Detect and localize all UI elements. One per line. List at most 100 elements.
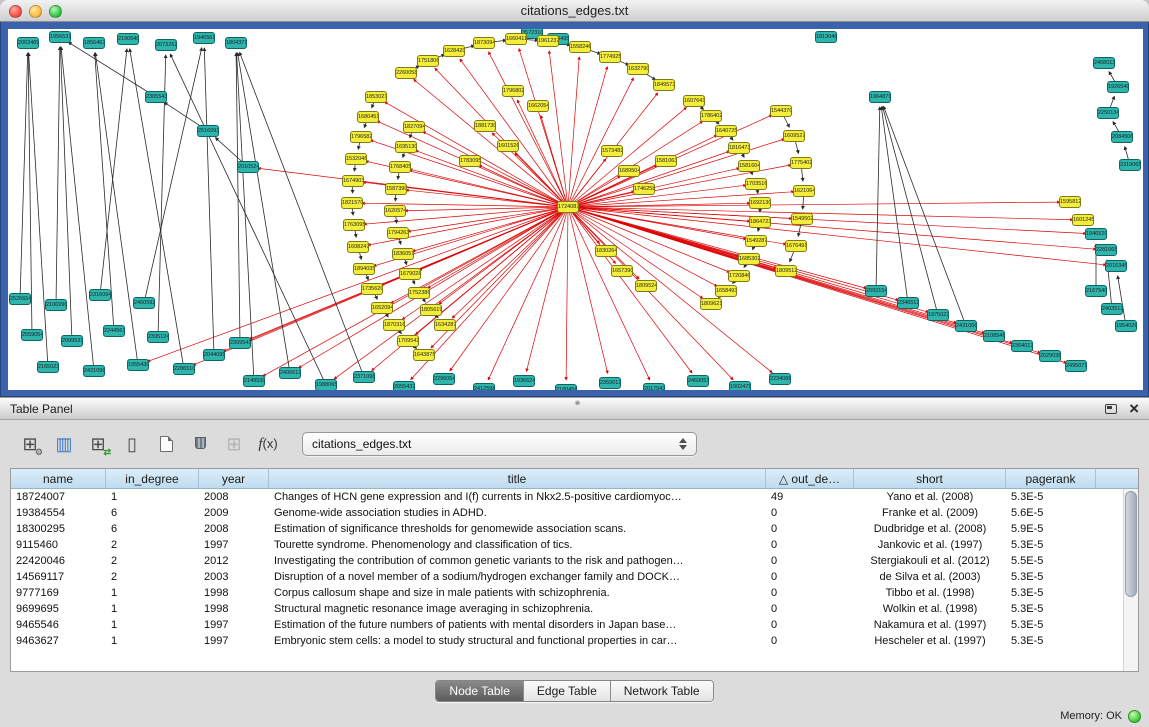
graph-node[interactable]: 18056192: [420, 304, 442, 316]
graph-node[interactable]: 17864029: [700, 110, 722, 122]
graph-node[interactable]: 23055432: [145, 91, 167, 103]
graph-node[interactable]: 16205748: [384, 205, 406, 217]
graph-node[interactable]: 19465203: [1085, 228, 1107, 240]
graph-node[interactable]: 16853027: [738, 253, 760, 265]
column-header[interactable]: in_degree: [106, 469, 199, 488]
graph-node[interactable]: 16012457: [1072, 214, 1094, 226]
graph-node[interactable]: 21650234: [37, 361, 59, 373]
graph-node[interactable]: 16749035: [342, 175, 364, 187]
graph-node[interactable]: 20931546: [865, 285, 887, 297]
graph-node[interactable]: 16790284: [399, 268, 421, 280]
graph-node[interactable]: 20440951: [203, 349, 225, 361]
table-row[interactable]: 911546021997Tourette syndrome. Phenomeno…: [11, 537, 1138, 553]
graph-node[interactable]: 16921305: [749, 197, 771, 209]
graph-node[interactable]: 17754028: [790, 157, 812, 169]
graph-node[interactable]: 16620543: [527, 100, 549, 112]
zoom-window-button[interactable]: [49, 5, 62, 18]
graph-node[interactable]: 18817309: [474, 120, 496, 132]
graph-node[interactable]: 16951307: [395, 141, 417, 153]
graph-node[interactable]: 16342875: [434, 319, 456, 331]
graph-node[interactable]: 18530212: [365, 91, 387, 103]
graph-node[interactable]: 16082471: [347, 241, 369, 253]
window-titlebar[interactable]: citations_edges.txt: [0, 0, 1149, 22]
graph-node[interactable]: 18940356: [353, 263, 375, 275]
graph-node[interactable]: 17942635: [387, 227, 409, 239]
minimize-window-button[interactable]: [29, 5, 42, 18]
graph-node[interactable]: 25160931: [197, 125, 219, 137]
graph-node[interactable]: 16407252: [715, 125, 737, 137]
graph-node[interactable]: 24035126: [1101, 303, 1123, 315]
graph-node[interactable]: 19265403: [1107, 81, 1129, 93]
graph-node[interactable]: 21069907: [45, 299, 67, 311]
graph-node[interactable]: 20175439: [643, 383, 665, 390]
table-row[interactable]: 2242004622012Investigating the contribut…: [11, 553, 1138, 569]
graph-node[interactable]: 18215703: [341, 197, 363, 209]
graph-node[interactable]: 23465120: [897, 297, 919, 309]
column-header[interactable]: title: [269, 469, 766, 488]
graph-node[interactable]: 16438750: [413, 349, 435, 361]
graph-node[interactable]: 16804517: [357, 111, 379, 123]
table-settings-icon[interactable]: ⊞⚙: [16, 430, 44, 458]
graph-node[interactable]: 16327904: [627, 63, 649, 75]
graph-node[interactable]: 21804563: [555, 384, 577, 390]
graph-node[interactable]: 20554376: [393, 381, 415, 390]
table-row[interactable]: 1830029562008Estimation of significance …: [11, 521, 1138, 537]
graph-node[interactable]: 17523860: [408, 287, 430, 299]
graph-node[interactable]: 19024756: [729, 381, 751, 390]
table-row[interactable]: 969969511998Structural magnetic resonanc…: [11, 601, 1138, 617]
graph-node[interactable]: 19750234: [927, 309, 949, 321]
graph-node[interactable]: 18360517: [392, 248, 414, 260]
graph-node[interactable]: 18647230: [749, 216, 771, 228]
merge-table-icon[interactable]: ⊞: [220, 430, 248, 458]
close-window-button[interactable]: [9, 5, 22, 18]
graph-node[interactable]: 15495023: [791, 213, 813, 225]
table-selector-combo[interactable]: citations_edges.txt: [302, 432, 697, 456]
column-header[interactable]: pagerank: [1006, 469, 1096, 488]
graph-node[interactable]: 15958123: [1059, 196, 1081, 208]
graph-node[interactable]: 18095246: [635, 280, 657, 292]
graph-node[interactable]: 20105240: [237, 161, 259, 173]
graph-node[interactable]: 23590126: [599, 377, 621, 389]
column-header[interactable]: △ out_de…: [766, 469, 854, 488]
graph-node[interactable]: 22810654: [1095, 244, 1117, 256]
graph-node[interactable]: 17240878: [557, 201, 579, 213]
graph-node[interactable]: 19648794: [869, 91, 891, 103]
graph-node[interactable]: 18730946: [473, 37, 495, 49]
graph-node[interactable]: 16584931: [715, 285, 737, 297]
graph-node[interactable]: 25266542: [9, 293, 31, 305]
graph-node[interactable]: 17462580: [633, 183, 655, 195]
graph-node[interactable]: 24125987: [473, 383, 495, 390]
graph-node[interactable]: 17095428: [397, 335, 419, 347]
column-header[interactable]: short: [854, 469, 1006, 488]
table-row[interactable]: 1938455462009Genome-wide association stu…: [11, 505, 1138, 521]
graph-node[interactable]: 18130468: [815, 31, 837, 43]
graph-node[interactable]: 16520943: [371, 302, 393, 314]
graph-node[interactable]: 16604113: [505, 33, 527, 45]
graph-node[interactable]: 16284205: [443, 45, 465, 57]
column-header[interactable]: name: [11, 469, 106, 488]
graph-node[interactable]: 21085462: [983, 330, 1005, 342]
column-header[interactable]: year: [199, 469, 269, 488]
graph-node[interactable]: 23951240: [147, 331, 169, 343]
graph-node[interactable]: 19366240: [513, 375, 535, 387]
graph-node[interactable]: 24210965: [83, 365, 105, 377]
graph-node[interactable]: 15873906: [385, 183, 407, 195]
graph-node[interactable]: 17830952: [459, 155, 481, 167]
graph-node[interactable]: 17965820: [350, 131, 372, 143]
float-panel-icon[interactable]: [1105, 404, 1117, 414]
graph-node[interactable]: 16210643: [793, 185, 815, 197]
graph-node[interactable]: 15320468: [345, 153, 367, 165]
graph-node[interactable]: 20634891: [17, 37, 39, 49]
delete-table-icon[interactable]: [186, 430, 214, 458]
graph-node[interactable]: 19540268: [1115, 320, 1137, 332]
graph-node[interactable]: 21675403: [1085, 285, 1107, 297]
graph-node[interactable]: 15734820: [601, 145, 623, 157]
graph-node[interactable]: 22865104: [173, 363, 195, 375]
graph-node[interactable]: 24605921: [133, 297, 155, 309]
graph-node[interactable]: 16076413: [683, 95, 705, 107]
graph-node[interactable]: 18302640: [595, 245, 617, 257]
table-scrollbar[interactable]: [1123, 489, 1138, 671]
graph-node[interactable]: 18703165: [383, 319, 405, 331]
function-builder-icon[interactable]: f(x): [254, 430, 282, 458]
graph-node[interactable]: 22340861: [769, 373, 791, 385]
